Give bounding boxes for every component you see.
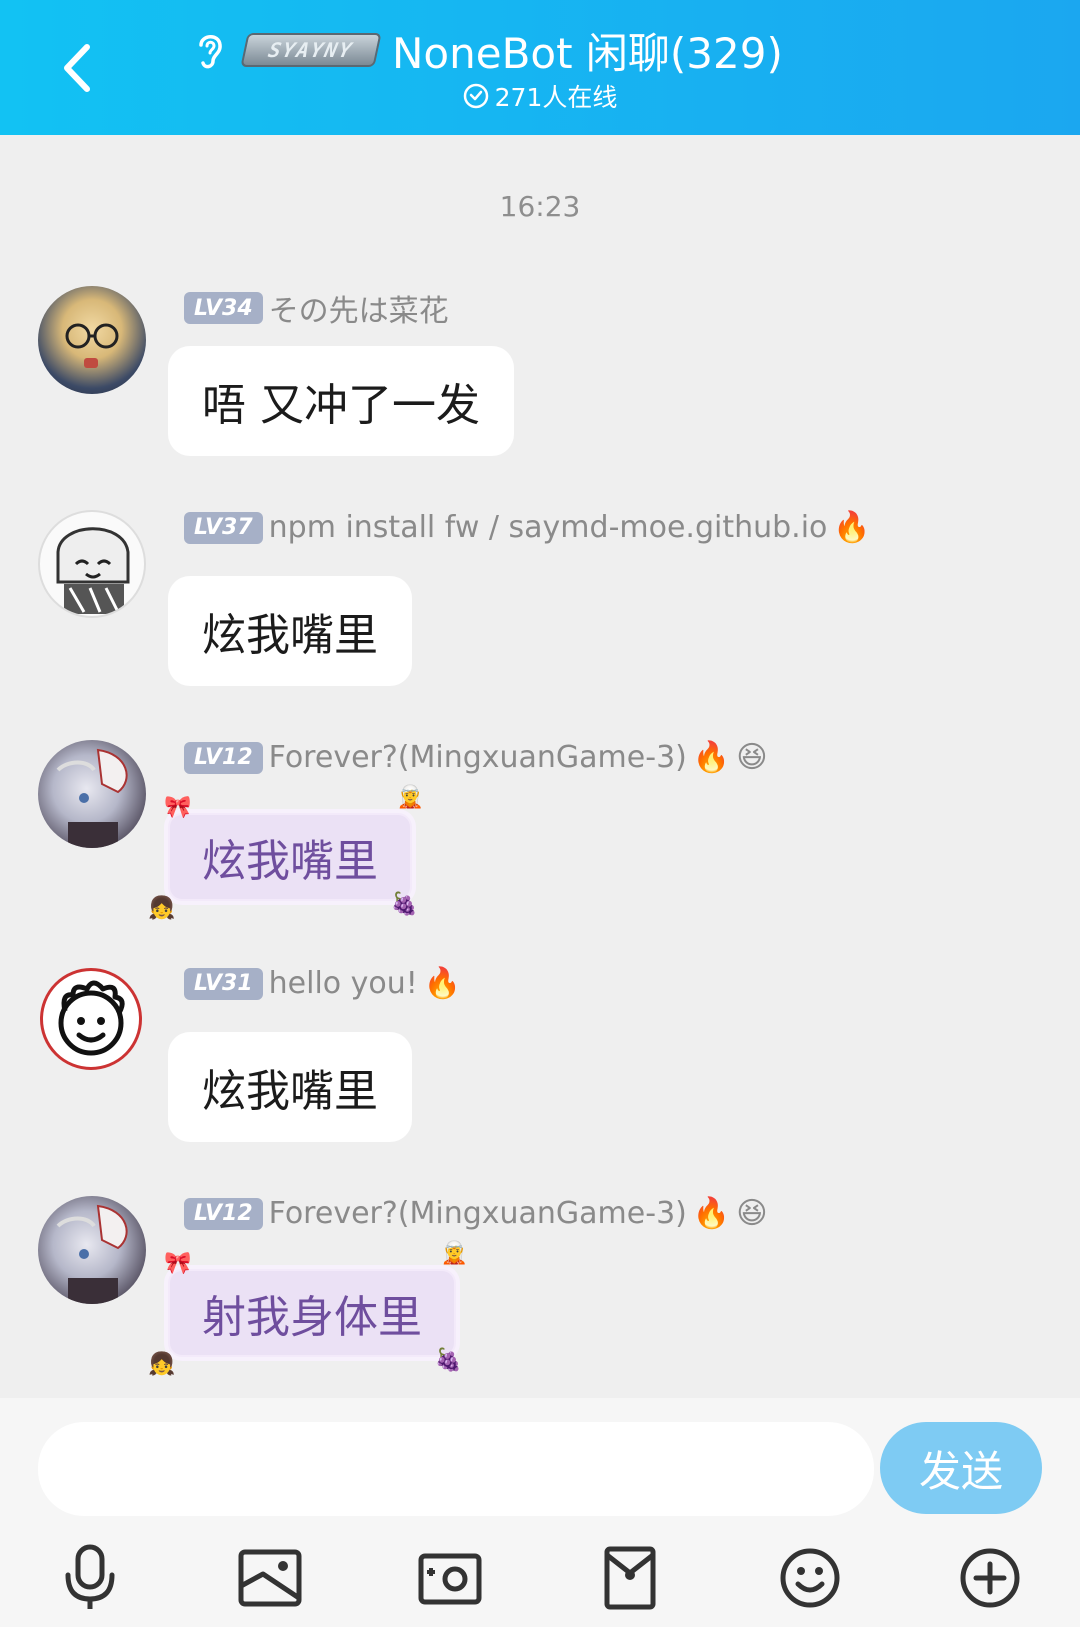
bubble-frame: 🎀 🧝 🍇 👧 射我身体里 <box>148 1241 468 1377</box>
sender-name[interactable]: Forever?(MingxuanGame-3) <box>269 1196 687 1231</box>
avatar[interactable] <box>38 740 146 848</box>
flame-icon: 🔥 <box>692 740 731 775</box>
message-text: 炫我嘴里 <box>202 610 378 661</box>
smile-flower-icon: 😆 <box>736 740 768 775</box>
online-count: 271人在线 <box>494 83 618 112</box>
sender-meta: LV12 Forever?(MingxuanGame-3) 🔥 😆 <box>184 1196 768 1231</box>
emoji-icon[interactable] <box>770 1538 850 1618</box>
group-badge: SYAYNY <box>240 33 382 67</box>
fire-icon: 🔥 <box>423 966 462 1001</box>
online-status[interactable]: 271人在线 <box>0 78 1080 114</box>
avatar[interactable] <box>38 1196 146 1304</box>
sender-meta: LV37 npm install fw / saymd-moe.github.i… <box>184 510 871 545</box>
avatar[interactable] <box>40 968 142 1070</box>
message-text: 炫我嘴里 <box>202 836 378 887</box>
level-badge: LV37 <box>184 511 263 544</box>
chibi-girl-deco-icon: 🧝 <box>396 785 424 810</box>
chibi-girl-deco-icon: 🧝 <box>440 1241 468 1266</box>
camera-icon[interactable] <box>410 1538 490 1618</box>
fire-icon: 🔥 <box>833 510 871 545</box>
image-icon[interactable] <box>230 1538 310 1618</box>
chat-header: SYAYNY NoneBot 闲聊(329) 271人在线 <box>0 0 1080 135</box>
fancy-bubble[interactable]: 🎀 🧝 🍇 👧 射我身体里 <box>148 1241 468 1377</box>
input-bar: 发送 <box>0 1398 1080 1627</box>
title-row[interactable]: SYAYNY NoneBot 闲聊(329) <box>190 20 783 80</box>
level-badge: LV34 <box>184 292 263 324</box>
ribbon-deco-icon: 🎀 <box>164 795 192 820</box>
level-badge: LV31 <box>184 967 263 1000</box>
message-bubble[interactable]: 炫我嘴里 <box>168 576 412 686</box>
message-bubble[interactable]: 唔 又冲了一发 <box>168 346 514 456</box>
sender-meta: LV12 Forever?(MingxuanGame-3) 🔥 😆 <box>184 740 768 775</box>
group-title: NoneBot 闲聊(329) <box>392 28 783 78</box>
sender-name[interactable]: Forever?(MingxuanGame-3) <box>269 740 687 775</box>
ribbon-deco-icon: 🎀 <box>164 1251 192 1276</box>
message-input[interactable] <box>38 1422 874 1516</box>
level-badge: LV12 <box>184 1197 263 1230</box>
red-packet-icon[interactable] <box>590 1538 670 1618</box>
sender-name[interactable]: hello you! <box>269 966 418 1001</box>
flame-icon: 🔥 <box>692 1196 731 1231</box>
input-toolbar <box>0 1538 1080 1618</box>
avatar[interactable] <box>38 510 146 618</box>
fancy-bubble[interactable]: 🎀 🧝 🍇 👧 炫我嘴里 <box>148 785 424 921</box>
smile-flower-icon: 😆 <box>736 1196 768 1231</box>
chibi-deco-icon: 👧 <box>148 1352 176 1377</box>
message-text: 射我身体里 <box>202 1292 422 1343</box>
plus-icon[interactable] <box>950 1538 1030 1618</box>
grape-deco-icon: 🍇 <box>434 1348 462 1373</box>
message-timestamp: 16:23 <box>499 190 581 223</box>
level-badge: LV12 <box>184 741 263 774</box>
sender-meta: LV34 その先は菜花 <box>184 286 449 330</box>
avatar[interactable] <box>38 286 146 394</box>
sender-name[interactable]: npm install fw / saymd-moe.github.io <box>269 510 828 545</box>
sender-meta: LV31 hello you! 🔥 <box>184 966 461 1001</box>
microphone-icon[interactable] <box>50 1538 130 1618</box>
sender-name[interactable]: その先は菜花 <box>269 286 449 330</box>
check-circle-icon <box>463 83 488 109</box>
message-text: 炫我嘴里 <box>202 1066 378 1117</box>
message-text: 唔 又冲了一发 <box>202 380 480 431</box>
chibi-deco-icon: 👧 <box>148 896 176 921</box>
bubble-frame: 🎀 🧝 🍇 👧 炫我嘴里 <box>148 785 424 921</box>
grape-deco-icon: 🍇 <box>390 892 418 917</box>
ear-icon[interactable] <box>190 28 230 72</box>
send-button[interactable]: 发送 <box>880 1422 1042 1514</box>
message-bubble[interactable]: 炫我嘴里 <box>168 1032 412 1142</box>
